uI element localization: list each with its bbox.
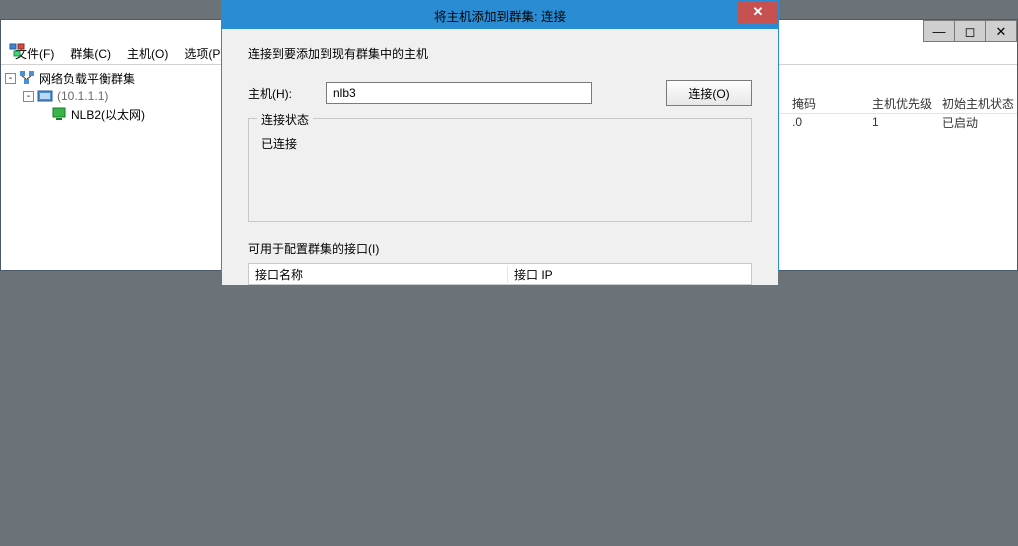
host-label: 主机(H): — [248, 85, 326, 102]
tree-pane: - 网络负载平衡群集 - (10.1.1.1) — [1, 65, 224, 270]
dialog-body: 连接到要添加到现有群集中的主机 主机(H): nlb3 连接(O) 连接状态 已… — [222, 29, 778, 285]
tree-host[interactable]: NLB2(以太网) — [1, 105, 223, 123]
connection-status-group: 连接状态 已连接 — [248, 118, 752, 222]
app-icon — [9, 42, 27, 58]
group-legend: 连接状态 — [257, 111, 313, 128]
maximize-button[interactable]: ◻ — [954, 20, 986, 42]
col-state[interactable]: 初始主机状态 — [934, 95, 1018, 112]
tree-root[interactable]: - 网络负载平衡群集 — [1, 69, 223, 87]
tree-root-label: 网络负载平衡群集 — [39, 70, 135, 87]
close-button[interactable]: ✕ — [985, 20, 1017, 42]
iface-col-ip[interactable]: 接口 IP — [508, 266, 751, 283]
expand-icon[interactable]: - — [5, 73, 16, 84]
cell-state: 已启动 — [934, 114, 1018, 131]
desktop: — ◻ ✕ 文件(F) 群集(C) 主机(O) 选项(P) - 网络负载平衡群集 — [0, 0, 1018, 546]
dialog-instruction: 连接到要添加到现有群集中的主机 — [248, 45, 752, 62]
add-host-dialog: 将主机添加到群集: 连接 ✕ 连接到要添加到现有群集中的主机 主机(H): nl… — [221, 0, 779, 272]
menu-cluster[interactable]: 群集(C) — [62, 42, 119, 64]
iface-col-name[interactable]: 接口名称 — [249, 266, 508, 283]
interfaces-label: 可用于配置群集的接口(I) — [248, 240, 752, 257]
cluster-icon — [37, 88, 53, 104]
menu-host[interactable]: 主机(O) — [119, 42, 176, 64]
connect-button[interactable]: 连接(O) — [666, 80, 752, 106]
window-controls: — ◻ ✕ — [924, 20, 1017, 42]
minimize-button[interactable]: — — [923, 20, 955, 42]
cluster-root-icon — [19, 70, 35, 86]
expand-icon[interactable]: - — [23, 91, 34, 102]
tree-cluster[interactable]: - (10.1.1.1) — [1, 87, 223, 105]
dialog-title: 将主机添加到群集: 连接 — [222, 6, 778, 25]
dialog-close-button[interactable]: ✕ — [738, 1, 778, 23]
tree-host-label: NLB2(以太网) — [71, 106, 145, 123]
host-row: 主机(H): nlb3 连接(O) — [248, 80, 752, 106]
tree-cluster-label: (10.1.1.1) — [57, 89, 108, 103]
dialog-titlebar[interactable]: 将主机添加到群集: 连接 ✕ — [222, 1, 778, 29]
connection-status-text: 已连接 — [261, 135, 739, 152]
interfaces-header: 接口名称 接口 IP — [248, 263, 752, 285]
host-input[interactable]: nlb3 — [326, 82, 592, 104]
host-icon — [51, 106, 67, 122]
